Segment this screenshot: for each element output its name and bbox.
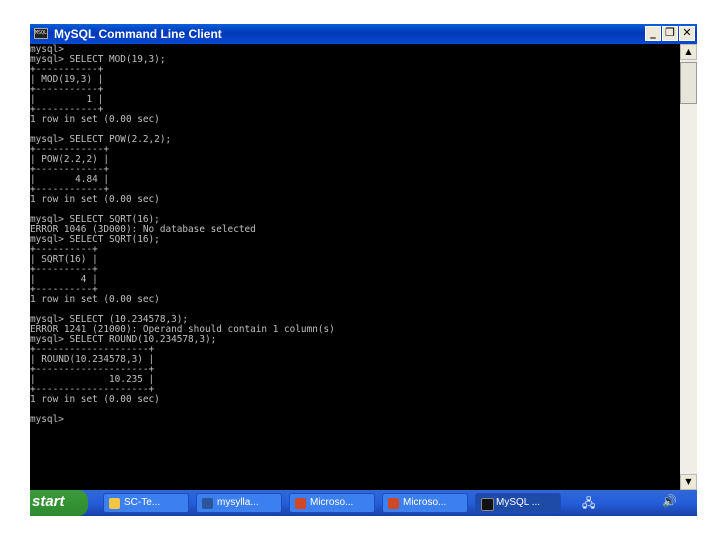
scroll-thumb[interactable]: [680, 62, 697, 104]
console-line: 1 row in set (0.00 sec): [30, 294, 160, 305]
taskbar-item-mysylla[interactable]: mysylla...: [196, 493, 282, 513]
restore-button[interactable]: ❐: [662, 26, 678, 41]
console-line: 1 row in set (0.00 sec): [30, 394, 160, 405]
start-button[interactable]: start: [30, 490, 88, 516]
vertical-scrollbar[interactable]: ▲ ▼: [680, 44, 697, 490]
console-line: 1 row in set (0.00 sec): [30, 194, 160, 205]
taskbar-item-sc-te[interactable]: SC-Te...: [103, 493, 189, 513]
word-icon: [202, 498, 213, 509]
scroll-up-button[interactable]: ▲: [680, 44, 697, 60]
speaker-icon[interactable]: 🔊: [662, 494, 677, 508]
start-label: start: [32, 493, 65, 510]
scroll-down-button[interactable]: ▼: [680, 474, 697, 490]
taskbar-item-mysql[interactable]: MySQL ...: [475, 493, 561, 513]
taskbar-item-microsoft-1[interactable]: Microso...: [289, 493, 375, 513]
minimize-button[interactable]: _: [645, 26, 661, 41]
taskbar-item-microsoft-2[interactable]: Microso...: [382, 493, 468, 513]
mysql-window: MSQL MySQL Command Line Client _ ❐ ✕ mys…: [30, 24, 697, 490]
console-app-icon[interactable]: MSQL: [34, 28, 48, 39]
console-icon: [481, 498, 494, 511]
title-bar[interactable]: MSQL MySQL Command Line Client _ ❐ ✕: [30, 24, 697, 44]
taskbar: start SC-Te... mysylla... Microso... Mic…: [30, 490, 697, 516]
console-line: 1 row in set (0.00 sec): [30, 114, 160, 125]
window-title: MySQL Command Line Client: [54, 27, 222, 41]
console-line: mysql>: [30, 414, 64, 425]
close-button[interactable]: ✕: [679, 26, 695, 41]
powerpoint-icon: [388, 498, 399, 509]
console-output[interactable]: mysql> mysql> SELECT MOD(19,3); +-------…: [30, 44, 680, 490]
folder-icon: [109, 498, 120, 509]
network-icon[interactable]: 🖧: [582, 494, 595, 515]
powerpoint-icon: [295, 498, 306, 509]
